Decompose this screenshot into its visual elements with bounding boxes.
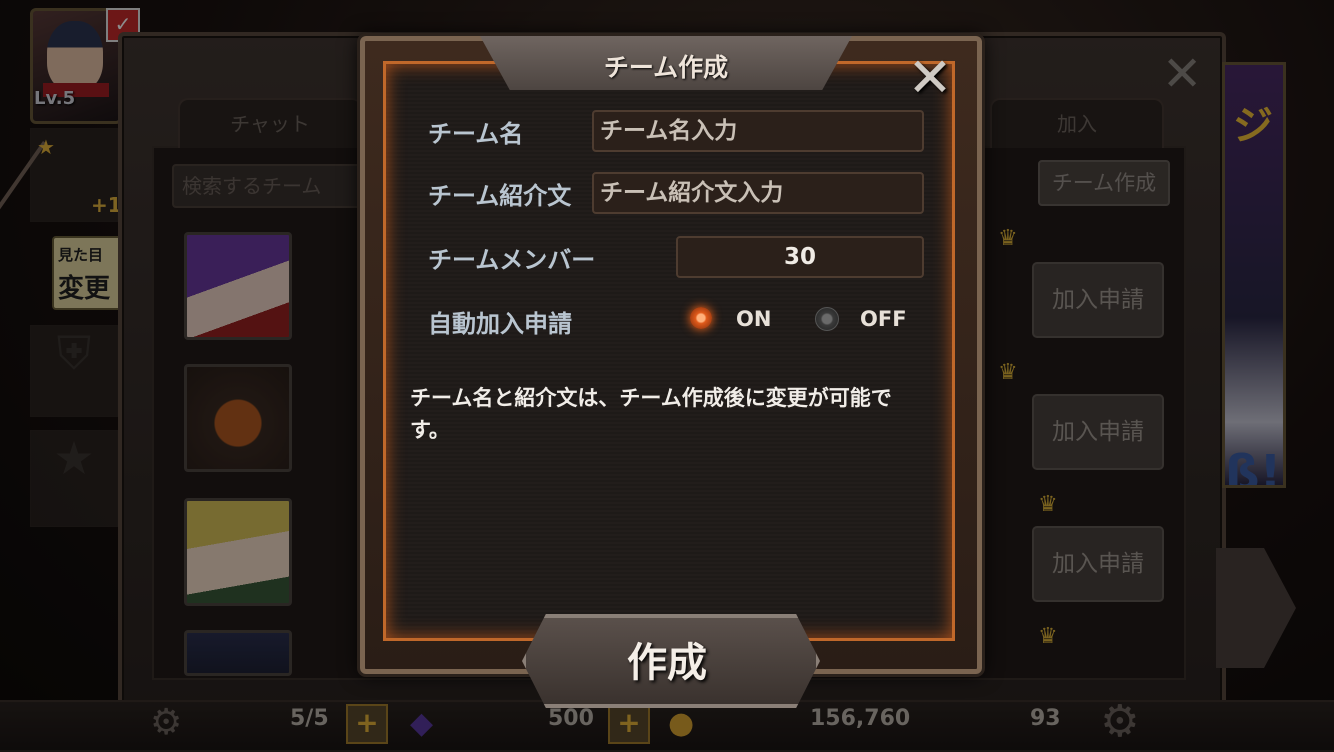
team-member-input[interactable]: 30: [676, 236, 924, 278]
auto-join-off-radio[interactable]: [815, 307, 839, 331]
team-name-label: チーム名: [428, 120, 524, 148]
auto-join-off-label[interactable]: OFF: [860, 307, 907, 331]
auto-join-on-label[interactable]: ON: [736, 307, 771, 331]
dialog-notice: チーム名と紹介文は、チーム作成後に変更が可能です。: [410, 386, 892, 442]
auto-join-on-radio[interactable]: [690, 307, 712, 329]
auto-join-label: 自動加入申請: [428, 310, 572, 338]
team-intro-label: チーム紹介文: [428, 182, 572, 210]
team-member-label: チームメンバー: [428, 246, 596, 274]
close-icon[interactable]: ✕: [904, 51, 956, 105]
create-button-label[interactable]: 作成: [522, 630, 812, 688]
team-name-input[interactable]: チーム名入力: [592, 110, 924, 152]
team-intro-input[interactable]: チーム紹介文入力: [592, 172, 924, 214]
dialog-title: チーム作成: [603, 53, 729, 82]
